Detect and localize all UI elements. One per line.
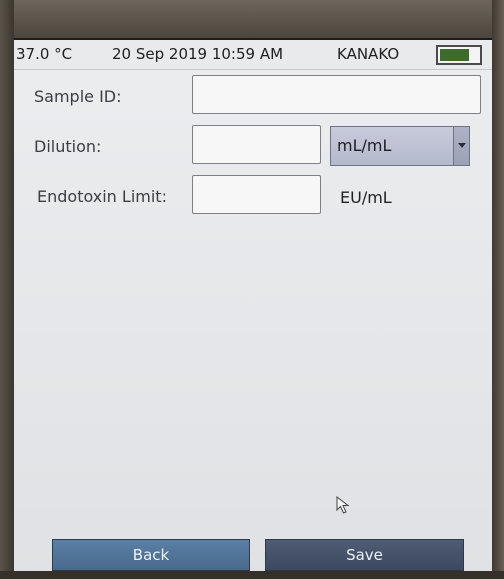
endotoxin-limit-input[interactable] bbox=[192, 175, 321, 214]
status-bar: 37.0 °C 20 Sep 2019 10:59 AM KANAKO bbox=[14, 40, 492, 70]
dilution-unit-select[interactable]: mL/mL bbox=[330, 126, 470, 166]
temperature-readout: 37.0 °C bbox=[16, 45, 73, 63]
user-name: KANAKO bbox=[337, 45, 400, 63]
device-bezel-top bbox=[0, 0, 504, 40]
device-bezel-left bbox=[0, 0, 14, 579]
save-button[interactable]: Save bbox=[265, 539, 464, 571]
sample-id-label: Sample ID: bbox=[34, 87, 122, 106]
sample-id-input[interactable] bbox=[192, 75, 481, 114]
dilution-unit-value: mL/mL bbox=[337, 136, 392, 155]
dilution-input[interactable] bbox=[192, 125, 321, 164]
battery-icon bbox=[436, 45, 482, 65]
device-bezel-bottom bbox=[0, 571, 504, 579]
back-button[interactable]: Back bbox=[52, 539, 250, 571]
endotoxin-limit-label: Endotoxin Limit: bbox=[37, 187, 167, 206]
chevron-down-icon[interactable] bbox=[453, 127, 469, 165]
mouse-pointer-icon bbox=[336, 496, 350, 514]
device-bezel-right bbox=[492, 0, 504, 579]
endotoxin-limit-unit: EU/mL bbox=[340, 188, 392, 207]
battery-level-fill bbox=[440, 49, 469, 61]
device-screen: 37.0 °C 20 Sep 2019 10:59 AM KANAKO Samp… bbox=[14, 38, 492, 579]
dilution-label: Dilution: bbox=[34, 137, 102, 156]
datetime-readout: 20 Sep 2019 10:59 AM bbox=[112, 45, 284, 63]
